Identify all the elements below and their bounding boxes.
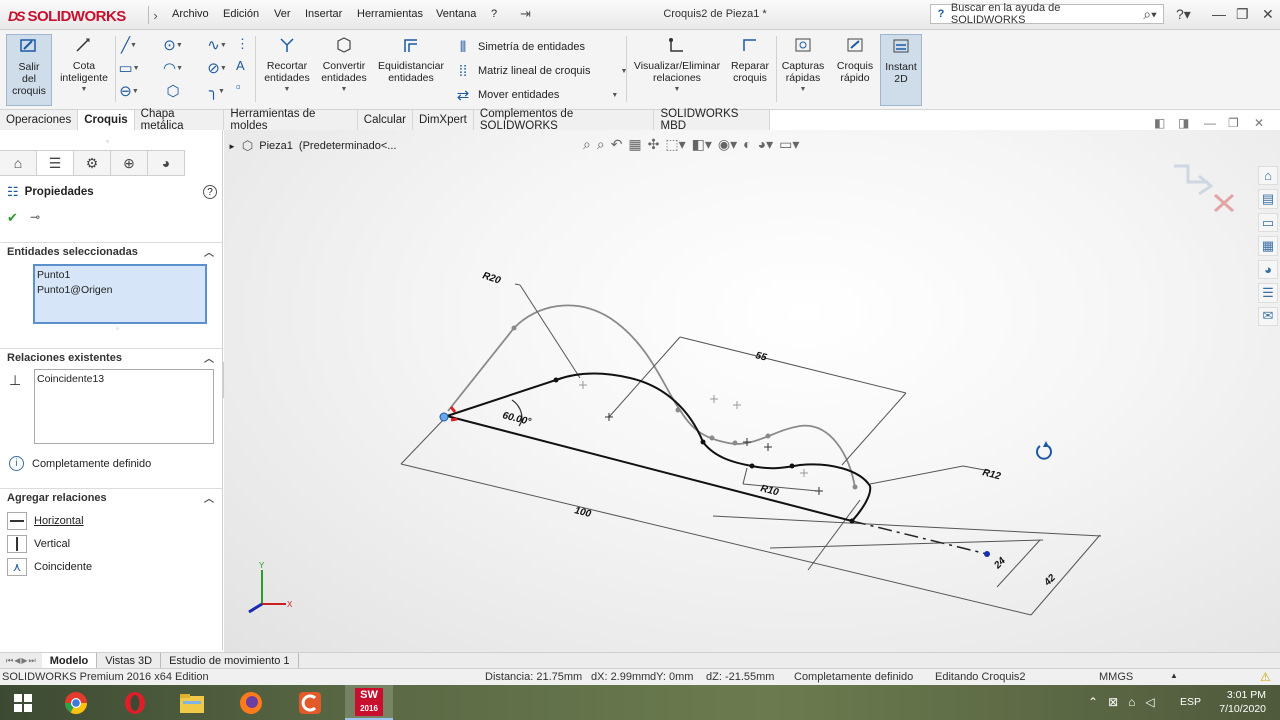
units-chevron-up-icon[interactable]: ▲ [1170,671,1178,680]
units-selector[interactable]: MMGS [1099,671,1133,683]
triad-x-label: X [287,600,293,609]
centerline [851,520,988,555]
dimension-r20[interactable]: R20 [481,270,502,286]
solidworks-taskbar-version: 2016 [360,703,378,713]
origin-point[interactable] [439,412,449,422]
confirm-corner-cancel-icon[interactable] [1214,193,1234,213]
dimension-angle[interactable]: 60.00° [501,410,533,428]
rotate-cursor-icon [1036,445,1052,460]
firefox-icon[interactable] [231,685,271,720]
status-editing: Editando Croquis2 [935,671,1026,683]
origin-axis-red [449,406,457,413]
status-defined: Completamente definido [794,671,914,683]
status-dy: dY: 0mm [650,671,694,683]
file-explorer-taskbar-icon[interactable] [172,685,212,720]
model-tabs-bar: ⏮ ◀ ▶ ⏭ Modelo Vistas 3D Estudio de movimie… [0,652,1280,668]
status-dx: dX: 2.99mm [591,671,651,683]
status-edition: SOLIDWORKS Premium 2016 x64 Edition [2,671,209,683]
camtasia-icon[interactable] [290,685,330,720]
sketch-drawing[interactable]: R20 55 60.00° R10 R12 100 24 42 Y X [0,0,1280,720]
dimension-100[interactable]: 100 [573,505,592,520]
windows-taskbar: SW 2016 ⌃ ⊠ ⌂ ◁ ESP 3:01 PM 7/10/2020 [0,685,1280,720]
status-bar: SOLIDWORKS Premium 2016 x64 Edition Dist… [0,668,1280,685]
dimension-r10[interactable]: R10 [759,483,780,498]
dimension-24[interactable]: 24 [992,555,1009,572]
windows-start-icon[interactable] [3,685,43,720]
endpoint-blue[interactable] [984,551,990,557]
status-dz: dZ: -21.55mm [706,671,775,683]
tab-estudio-movimiento[interactable]: Estudio de movimiento 1 [161,653,299,668]
prev-tab-icon[interactable]: ◀ [14,656,20,666]
triad-y-label: Y [259,561,265,570]
first-tab-icon[interactable]: ⏮ [6,656,13,666]
sketch-points [553,377,855,524]
sketch-profile [446,372,872,523]
next-tab-icon[interactable]: ▶ [21,656,27,666]
preview-center-markers [579,381,808,477]
origin-axis-red [450,417,458,422]
clock-time: 3:01 PM [1226,689,1266,701]
view-triad: Y X [248,561,293,614]
chrome-icon[interactable] [56,685,96,720]
last-tab-icon[interactable]: ⏭ [29,656,36,666]
system-tray: ⌃ ⊠ ⌂ ◁ [1088,695,1155,709]
dimension-55[interactable]: 55 [754,350,768,363]
status-distance: Distancia: 21.75mm [485,671,583,683]
tray-network-icon[interactable]: ⊠ [1108,695,1118,709]
preview-profile [447,304,856,489]
clock[interactable]: 3:01 PM 7/10/2020 [1210,688,1266,716]
center-markers [605,413,823,495]
solidworks-taskbar-icon[interactable]: SW 2016 [345,685,393,720]
language-indicator[interactable]: ESP [1180,696,1201,708]
tab-scroll-controls[interactable]: ⏮ ◀ ▶ ⏭ [0,656,42,666]
confirm-corner-arrow-icon [1198,174,1214,196]
rotate-cursor-arrow [1043,441,1049,447]
rebuild-status-icon[interactable]: ⚠ [1260,670,1271,684]
clock-date: 7/10/2020 [1219,703,1266,715]
tab-vistas-3d[interactable]: Vistas 3D [97,653,162,668]
dimension-labels: R20 55 60.00° R10 R12 100 24 42 [481,270,1058,588]
dimension-r12[interactable]: R12 [981,467,1002,482]
tray-speaker-icon[interactable]: ◁ [1145,695,1154,709]
opera-icon[interactable] [115,685,155,720]
tab-modelo[interactable]: Modelo [41,653,98,668]
tray-chevron-up-icon[interactable]: ⌃ [1088,695,1098,709]
tray-usb-icon[interactable]: ⌂ [1128,695,1135,709]
